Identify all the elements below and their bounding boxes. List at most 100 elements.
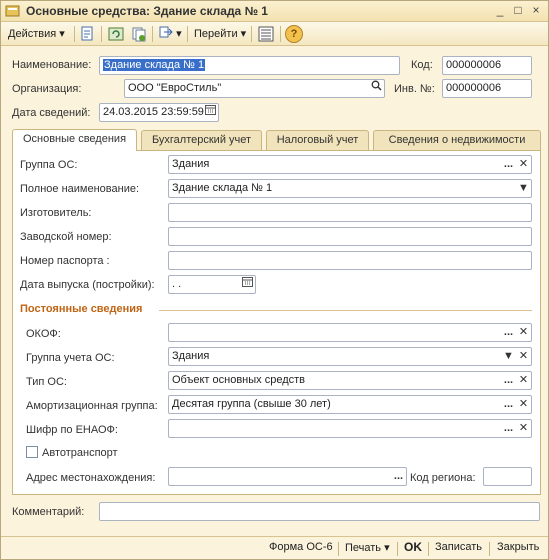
choose-button[interactable]: ...: [501, 372, 516, 389]
toolbar: Действия ▾ ▾ Перейти ▾ ?: [1, 22, 548, 46]
actions-menu[interactable]: Действия ▾: [5, 25, 68, 43]
release-date-label: Дата выпуска (постройки):: [20, 279, 155, 291]
inventory-number-input[interactable]: 000000006: [442, 79, 532, 98]
autotransport-label: Автотранспорт: [42, 447, 118, 459]
asset-type-value: Объект основных средств: [172, 374, 305, 386]
info-date-input[interactable]: 24.03.2015 23:59:59: [99, 103, 219, 122]
info-date-value: 24.03.2015 23:59:59: [103, 106, 204, 118]
goto-label: Перейти: [194, 28, 238, 40]
toolbar-divider: [251, 26, 252, 42]
toolbar-divider: [101, 26, 102, 42]
name-input[interactable]: Здание склада № 1: [99, 56, 400, 75]
close-button[interactable]: Закрыть: [497, 541, 539, 553]
minimize-button[interactable]: _: [492, 3, 508, 18]
manufacturer-label: Изготовитель:: [20, 207, 92, 219]
structure-menu[interactable]: ▾: [156, 25, 185, 43]
chevron-down-icon[interactable]: ▼: [516, 180, 531, 197]
title-bar: Основные средства: Здание склада № 1 _ □…: [1, 1, 548, 22]
serial-number-label: Заводской номер:: [20, 231, 112, 243]
amortization-group-label: Амортизационная группа:: [26, 400, 158, 412]
inventory-number-label: Инв. №:: [394, 83, 435, 95]
passport-number-input[interactable]: [168, 251, 532, 270]
enaof-code-input[interactable]: ... ✕: [168, 419, 532, 438]
permanent-info-heading: Постоянные сведения: [20, 303, 143, 315]
calendar-icon[interactable]: [203, 104, 218, 121]
ok-button[interactable]: OK: [404, 540, 422, 554]
name-value: Здание склада № 1: [103, 59, 206, 71]
goto-menu[interactable]: Перейти ▾: [191, 25, 249, 43]
asset-type-input[interactable]: Объект основных средств ... ✕: [168, 371, 532, 390]
accounting-group-select[interactable]: Здания ▼ ✕: [168, 347, 532, 366]
clear-icon[interactable]: ✕: [516, 420, 531, 437]
toolbar-divider: [187, 26, 188, 42]
clear-icon[interactable]: ✕: [516, 372, 531, 389]
help-icon[interactable]: ?: [285, 25, 303, 43]
chevron-down-icon[interactable]: ▼: [501, 348, 516, 365]
amortization-group-input[interactable]: Десятая группа (свыше 30 лет) ... ✕: [168, 395, 532, 414]
asset-type-label: Тип ОС:: [26, 376, 67, 388]
dropdown-arrow-icon: ▾: [59, 28, 65, 40]
clear-icon[interactable]: ✕: [516, 156, 531, 173]
refresh-icon[interactable]: [107, 25, 125, 43]
manufacturer-input[interactable]: [168, 203, 532, 222]
maximize-button[interactable]: □: [510, 3, 526, 18]
print-menu-button[interactable]: Печать ▾: [345, 541, 390, 554]
code-input[interactable]: 000000006: [442, 56, 532, 75]
post-document-icon[interactable]: [79, 25, 97, 43]
group-os-input[interactable]: Здания ... ✕: [168, 155, 532, 174]
list-icon[interactable]: [257, 25, 275, 43]
accounting-group-value: Здания: [172, 350, 210, 362]
toolbar-divider: [74, 26, 75, 42]
full-name-input[interactable]: Здание склада № 1 ▼: [168, 179, 532, 198]
close-window-button[interactable]: ×: [528, 3, 544, 18]
release-date-value: . .: [172, 278, 182, 290]
full-name-label: Полное наименование:: [20, 183, 140, 195]
choose-button[interactable]: ...: [391, 468, 406, 485]
organization-label: Организация:: [12, 83, 82, 95]
enaof-code-label: Шифр по ЕНАОФ:: [26, 424, 118, 436]
tab-real-estate[interactable]: Сведения о недвижимости: [373, 130, 541, 150]
address-label: Адрес местонахождения:: [26, 472, 156, 484]
choose-button[interactable]: ...: [501, 396, 516, 413]
form-os6-button[interactable]: Форма ОС-6: [269, 541, 333, 553]
save-button[interactable]: Записать: [435, 541, 482, 553]
hierarchy-icon: [159, 26, 173, 38]
group-os-label: Группа ОС:: [20, 159, 78, 171]
full-name-value: Здание склада № 1: [172, 182, 273, 194]
calendar-icon[interactable]: [240, 276, 255, 293]
clear-icon[interactable]: ✕: [516, 396, 531, 413]
footer-divider: [428, 542, 429, 556]
group-os-value: Здания: [172, 158, 210, 170]
footer-divider: [489, 542, 490, 556]
info-date-label: Дата сведений:: [12, 107, 91, 119]
tab-strip: Основные сведения Бухгалтерский учет Нал…: [12, 129, 541, 152]
release-date-input[interactable]: . .: [168, 275, 256, 294]
document-icon: [5, 5, 20, 17]
serial-number-input[interactable]: [168, 227, 532, 246]
tab-main-info[interactable]: Основные сведения: [12, 129, 137, 151]
organization-value: ООО "ЕвроСтиль": [128, 82, 222, 94]
clear-icon[interactable]: ✕: [516, 348, 531, 365]
copy-icon[interactable]: [130, 25, 148, 43]
clear-icon[interactable]: ✕: [516, 324, 531, 341]
tab-tax[interactable]: Налоговый учет: [266, 130, 369, 150]
organization-input[interactable]: ООО "ЕвроСтиль": [124, 79, 385, 98]
toolbar-divider: [280, 26, 281, 42]
search-icon[interactable]: [369, 80, 384, 97]
okof-input[interactable]: ... ✕: [168, 323, 532, 342]
form-footer: Форма ОС-6 Печать ▾ OK Записать Закрыть: [1, 536, 548, 559]
amortization-group-value: Десятая группа (свыше 30 лет): [172, 398, 331, 410]
autotransport-checkbox[interactable]: [26, 446, 38, 458]
print-label: Печать: [345, 542, 382, 554]
footer-divider: [397, 542, 398, 556]
comment-label: Комментарий:: [12, 506, 85, 518]
choose-button[interactable]: ...: [501, 156, 516, 173]
choose-button[interactable]: ...: [501, 324, 516, 341]
dropdown-arrow-icon: ▾: [240, 28, 247, 40]
region-code-input[interactable]: [483, 467, 532, 486]
address-input[interactable]: ...: [168, 467, 407, 486]
tab-accounting[interactable]: Бухгалтерский учет: [141, 130, 262, 150]
dropdown-arrow-icon: ▾: [384, 542, 390, 554]
choose-button[interactable]: ...: [501, 420, 516, 437]
comment-input[interactable]: [99, 502, 540, 521]
